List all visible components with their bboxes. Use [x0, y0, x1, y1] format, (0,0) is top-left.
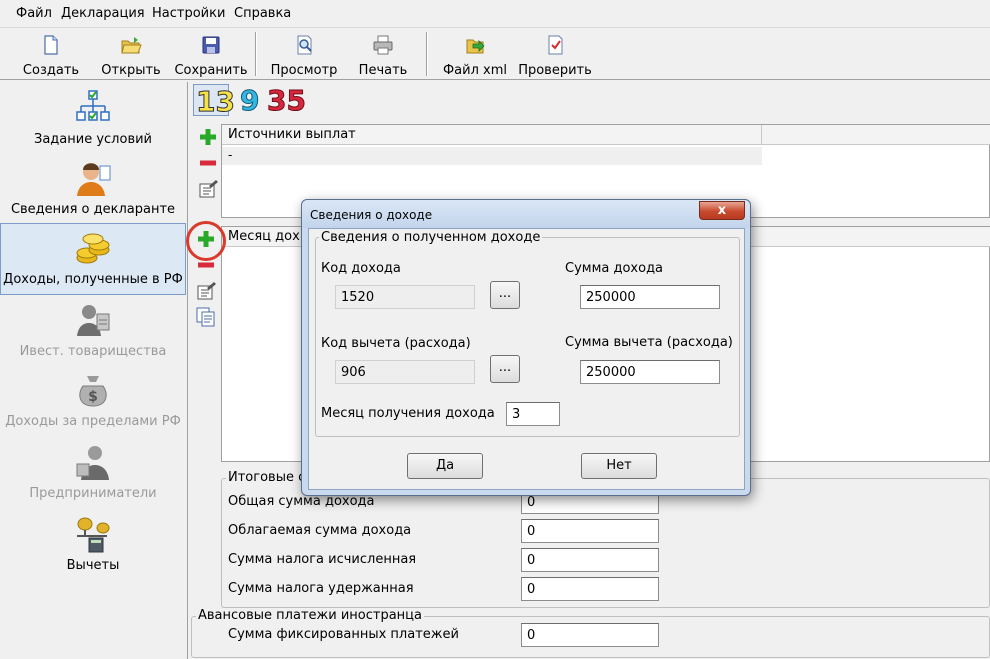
income-code-label: Код дохода: [321, 261, 401, 276]
sidebar-item-label: Задание условий: [34, 132, 152, 147]
dialog-close-button[interactable]: x: [699, 201, 745, 220]
new-file-icon: [44, 35, 58, 55]
businessman-icon: [76, 446, 109, 480]
income-month-field[interactable]: 3: [506, 402, 560, 426]
sidebar-item-invest-partnerships[interactable]: Ивест. товарищества: [0, 296, 186, 366]
menu-declaration[interactable]: Декларация: [61, 6, 145, 21]
income-code-browse-button[interactable]: ...: [490, 281, 520, 309]
taxable-income-label: Облагаемая сумма дохода: [228, 523, 412, 538]
sidebar-item-label: Доходы за пределами РФ: [5, 414, 181, 429]
printer-icon: [373, 35, 393, 55]
received-income-caption: Сведения о полученном доходе: [319, 230, 543, 245]
sidebar-item-label: Вычеты: [66, 558, 120, 573]
deduction-code-field[interactable]: 906: [335, 360, 475, 384]
tax-withheld-label: Сумма налога удержанная: [228, 581, 414, 596]
sidebar: Задание условий Сведения о декларанте До…: [0, 82, 188, 659]
sidebar-item-entrepreneurs[interactable]: Предприниматели: [0, 438, 186, 508]
toolbar: Создать Открыть Сохранить Просмотр Печат…: [0, 28, 990, 80]
sidebar-item-income-abroad[interactable]: $ Доходы за пределами РФ: [0, 366, 186, 436]
tax-withheld-field[interactable]: 0: [521, 577, 659, 601]
totals-caption: Итоговые с: [226, 470, 308, 485]
rate-tab-35[interactable]: 35: [265, 84, 307, 118]
xml-export-icon: [466, 39, 485, 54]
sidebar-item-label: Сведения о декларанте: [10, 202, 176, 217]
tax-calculated-field[interactable]: 0: [521, 548, 659, 572]
yes-button[interactable]: Да: [407, 453, 483, 479]
menu-settings[interactable]: Настройки: [152, 6, 225, 21]
menu-bar: Файл Декларация Настройки Справка: [0, 0, 990, 28]
income-dialog: Сведения о доходе x Сведения о полученно…: [301, 199, 751, 496]
handshake-icon: [77, 305, 110, 336]
toolbar-separator: [426, 32, 428, 76]
highlight-ring: [186, 221, 226, 261]
edit-source-icon[interactable]: [197, 178, 219, 200]
income-month-label: Месяц получения дохода: [321, 406, 495, 421]
toolbar-separator: [255, 32, 257, 76]
fixed-payments-field[interactable]: 0: [521, 623, 659, 647]
magnifier-document-icon: [297, 35, 312, 55]
add-source-plus-icon[interactable]: [197, 126, 219, 148]
xml-file-button[interactable]: Файл xml: [440, 30, 510, 78]
rate-tab-9[interactable]: 9: [237, 84, 265, 118]
open-button[interactable]: Открыть: [98, 30, 164, 78]
menu-help[interactable]: Справка: [234, 6, 291, 21]
sources-header-empty: [762, 125, 990, 145]
dialog-client: Сведения о полученном доходе Код дохода …: [308, 228, 745, 490]
fixed-payments-label: Сумма фиксированных платежей: [228, 627, 459, 642]
scales-calculator-icon: [77, 517, 110, 553]
income-sum-label: Сумма дохода: [565, 261, 664, 276]
sidebar-item-deductions[interactable]: Вычеты: [0, 510, 186, 580]
dialog-titlebar[interactable]: Сведения о доходе x: [302, 200, 750, 228]
create-button[interactable]: Создать: [18, 30, 84, 78]
edit-income-icon[interactable]: [195, 280, 217, 302]
sidebar-item-declarant[interactable]: Сведения о декларанте: [0, 154, 186, 224]
sidebar-item-label: Ивест. товарищества: [19, 344, 167, 359]
deduction-sum-field[interactable]: 250000: [580, 360, 720, 384]
print-button[interactable]: Печать: [352, 30, 414, 78]
deduction-code-label: Код вычета (расхода): [321, 336, 471, 351]
coins-icon: [76, 233, 110, 264]
table-row[interactable]: -: [222, 147, 762, 165]
menu-file[interactable]: Файл: [16, 6, 52, 21]
advance-caption: Авансовые платежи иностранца: [196, 608, 424, 623]
verify-button[interactable]: Проверить: [516, 30, 594, 78]
deduction-sum-label: Сумма вычета (расхода): [565, 335, 733, 350]
income-sum-field[interactable]: 250000: [580, 285, 720, 309]
tree-checkbox-icon: [76, 90, 110, 121]
income-code-field[interactable]: 1520: [335, 285, 475, 309]
no-button[interactable]: Нет: [581, 453, 657, 479]
tax-calculated-label: Сумма налога исчисленная: [228, 552, 417, 567]
rate-tab-13[interactable]: 13: [193, 84, 235, 119]
sidebar-item-income-rf[interactable]: Доходы, полученные в РФ: [0, 223, 186, 295]
remove-source-minus-icon[interactable]: [197, 152, 219, 174]
total-income-label: Общая сумма дохода: [228, 494, 375, 509]
open-folder-icon: [121, 37, 142, 54]
preview-button[interactable]: Просмотр: [268, 30, 340, 78]
svg-text:$: $: [88, 389, 98, 405]
money-bag-icon: $: [79, 376, 107, 407]
sources-header: Источники выплат: [222, 125, 762, 145]
sidebar-item-conditions[interactable]: Задание условий: [0, 84, 186, 154]
sidebar-item-label: Предприниматели: [29, 486, 157, 501]
sidebar-item-label: Доходы, полученные в РФ: [3, 272, 183, 287]
deduction-code-browse-button[interactable]: ...: [490, 355, 520, 383]
taxable-income-field[interactable]: 0: [521, 519, 659, 543]
dialog-title: Сведения о доходе: [310, 208, 433, 222]
floppy-disk-icon: [202, 36, 220, 54]
person-icon: [77, 163, 111, 196]
save-button[interactable]: Сохранить: [174, 30, 248, 78]
check-document-icon: [548, 35, 563, 55]
copy-income-icon[interactable]: [195, 306, 217, 328]
